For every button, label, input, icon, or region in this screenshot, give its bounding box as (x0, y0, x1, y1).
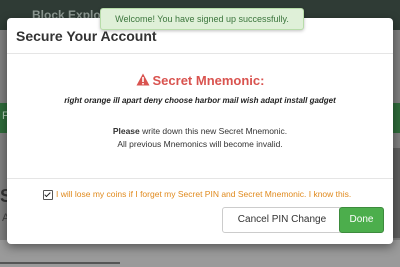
modal-header-divider (7, 53, 393, 54)
mnemonic-words: right orange ill apart deny choose harbo… (64, 96, 336, 105)
background-divider (0, 262, 120, 264)
acknowledge-checkbox[interactable] (43, 190, 53, 200)
instruction-line-1: Please write down this new Secret Mnemon… (7, 126, 393, 136)
instruction-line-2: All previous Mnemonics will become inval… (117, 139, 283, 149)
mnemonic-heading: Secret Mnemonic: (7, 73, 393, 88)
instruction-text: write down this new Secret Mnemonic. (139, 126, 288, 136)
modal-title: Secure Your Account (16, 28, 157, 44)
mnemonic-heading-text: Secret Mnemonic: (152, 73, 265, 88)
success-toast: Welcome! You have signed up successfully… (100, 8, 304, 30)
cancel-pin-change-button[interactable]: Cancel PIN Change (222, 207, 342, 233)
modal-body-divider (7, 178, 393, 179)
instruction-emphasis: Please (112, 126, 140, 136)
acknowledge-label[interactable]: I will lose my coins if I forget my Secr… (56, 189, 351, 199)
acknowledge-row[interactable]: I will lose my coins if I forget my Secr… (43, 188, 388, 202)
done-button[interactable]: Done (339, 207, 384, 233)
warning-triangle-icon (136, 73, 149, 86)
